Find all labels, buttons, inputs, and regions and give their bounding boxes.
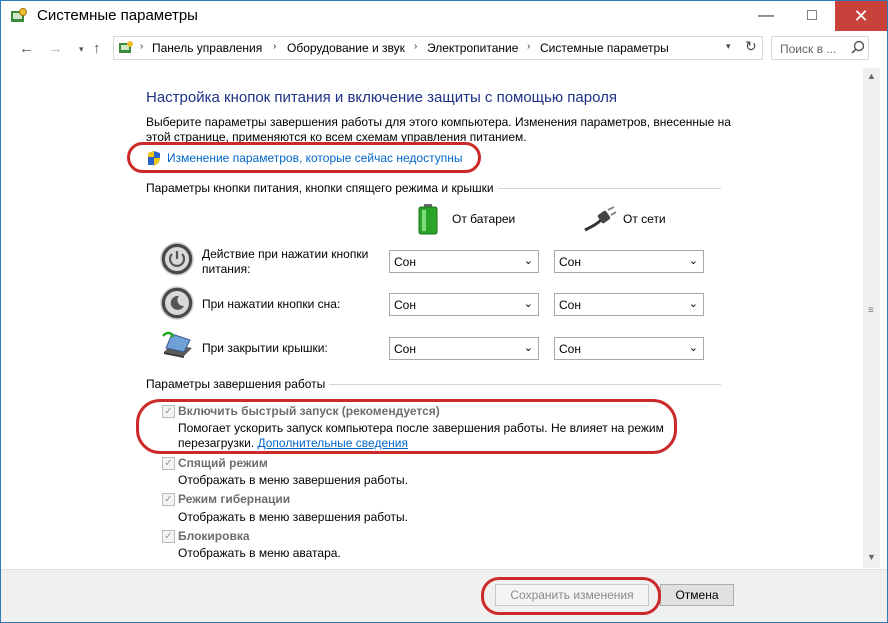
cancel-button[interactable]: Отмена (660, 584, 734, 606)
power-button-battery-select[interactable]: Сон ⌄ (389, 250, 539, 273)
lock-label: Блокировка (178, 529, 250, 543)
lock-checkbox[interactable]: ✓ (162, 530, 175, 543)
vertical-scrollbar[interactable] (863, 68, 880, 568)
search-input[interactable]: Поиск в ... (771, 36, 869, 60)
page-description: Выберите параметры завершения работы для… (146, 115, 731, 144)
content-pane: Настройка кнопок питания и включение защ… (1, 68, 863, 568)
dialog-footer (1, 569, 887, 622)
breadcrumb-hardware-sound[interactable]: Оборудование и звук (287, 41, 405, 55)
more-info-link[interactable]: Дополнительные сведения (257, 436, 407, 450)
sleep-label: Спящий режим (178, 456, 268, 470)
chevron-down-icon: ⌄ (523, 342, 533, 354)
change-unavailable-settings-link[interactable]: Изменение параметров, которые сейчас нед… (167, 151, 463, 165)
up-arrow-icon[interactable]: ↑ (93, 40, 101, 57)
close-button[interactable]: ✕ (835, 1, 887, 31)
forward-arrow-icon[interactable]: → (48, 40, 63, 57)
title-bar: Системные параметры — □ ✕ (1, 1, 887, 32)
sleep-button-ac-select[interactable]: Сон ⌄ (554, 293, 704, 316)
breadcrumb-system-settings[interactable]: Системные параметры (540, 41, 669, 55)
lid-close-label: При закрытии крышки: (202, 341, 328, 355)
select-value: Сон (394, 255, 416, 269)
power-button-label: Действие при нажатии кнопки питания: (202, 247, 369, 276)
window: Системные параметры — □ ✕ ← → ▾ ↑ › Пане… (0, 0, 888, 623)
power-button-ac-select[interactable]: Сон ⌄ (554, 250, 704, 273)
breadcrumb-separator[interactable]: › (414, 41, 417, 52)
laptop-lid-icon (162, 331, 192, 358)
fast-startup-checkbox[interactable]: ✓ (162, 405, 175, 418)
back-arrow-icon[interactable]: ← (19, 40, 34, 57)
ac-column-header: От сети (623, 212, 666, 226)
scroll-up-arrow-icon[interactable]: ▲ (867, 71, 876, 81)
select-value: Сон (559, 298, 581, 312)
save-changes-button[interactable]: Сохранить изменения (495, 584, 649, 606)
search-placeholder: Поиск в ... (780, 42, 837, 56)
maximize-button[interactable]: □ (789, 1, 835, 31)
chevron-down-icon: ⌄ (688, 255, 698, 267)
select-value: Сон (559, 342, 581, 356)
lid-close-battery-select[interactable]: Сон ⌄ (389, 337, 539, 360)
power-button-icon (160, 242, 194, 276)
page-title: Настройка кнопок питания и включение защ… (146, 89, 617, 106)
breadcrumb-separator[interactable]: › (273, 41, 276, 52)
shutdown-section-title: Параметры завершения работы (146, 377, 330, 391)
address-row: ← → ▾ ↑ › Панель управления › Оборудован… (1, 32, 887, 66)
address-bar[interactable]: › Панель управления › Оборудование и зву… (113, 36, 763, 60)
battery-icon (418, 204, 438, 235)
sleep-button-battery-select[interactable]: Сон ⌄ (389, 293, 539, 316)
battery-column-header: От батареи (452, 212, 516, 226)
window-title: Системные параметры (37, 7, 198, 24)
chevron-down-icon: ⌄ (523, 255, 533, 267)
fast-startup-description: Помогает ускорить запуск компьютера посл… (178, 421, 678, 451)
sleep-description: Отображать в меню завершения работы. (178, 473, 409, 487)
refresh-icon[interactable]: ↻ (745, 38, 757, 55)
chevron-down-icon: ⌄ (688, 298, 698, 310)
minimize-button[interactable]: — (743, 1, 789, 31)
hibernate-label: Режим гибернации (178, 492, 291, 506)
breadcrumb-power-options[interactable]: Электропитание (427, 41, 518, 55)
control-panel-icon (11, 8, 27, 22)
select-value: Сон (559, 255, 581, 269)
power-plug-icon (584, 206, 617, 232)
address-dropdown-chevron-icon[interactable]: ▾ (726, 41, 731, 52)
chevron-down-icon: ⌄ (523, 298, 533, 310)
sleep-checkbox[interactable]: ✓ (162, 457, 175, 470)
sleep-button-icon (160, 286, 194, 320)
select-value: Сон (394, 298, 416, 312)
sleep-button-label: При нажатии кнопки сна: (202, 297, 341, 311)
scroll-grip-icon[interactable]: ≡ (868, 305, 874, 316)
uac-shield-icon (148, 151, 160, 166)
fast-startup-label: Включить быстрый запуск (рекомендуется) (178, 404, 440, 418)
lid-close-ac-select[interactable]: Сон ⌄ (554, 337, 704, 360)
select-value: Сон (394, 342, 416, 356)
scroll-down-arrow-icon[interactable]: ▼ (867, 552, 876, 562)
breadcrumb-control-panel[interactable]: Панель управления (152, 41, 262, 55)
recent-locations-chevron-icon[interactable]: ▾ (79, 44, 84, 55)
hibernate-description: Отображать в меню завершения работы. (178, 510, 409, 524)
search-icon[interactable] (850, 39, 866, 57)
control-panel-icon (119, 41, 133, 53)
chevron-down-icon: ⌄ (688, 342, 698, 354)
lock-description: Отображать в меню аватара. (178, 546, 341, 560)
hibernate-checkbox[interactable]: ✓ (162, 493, 175, 506)
buttons-section-title: Параметры кнопки питания, кнопки спящего… (146, 181, 498, 195)
fast-startup-desc-text: Помогает ускорить запуск компьютера посл… (178, 421, 664, 450)
breadcrumb-separator[interactable]: › (527, 41, 530, 52)
breadcrumb-separator: › (140, 41, 144, 52)
